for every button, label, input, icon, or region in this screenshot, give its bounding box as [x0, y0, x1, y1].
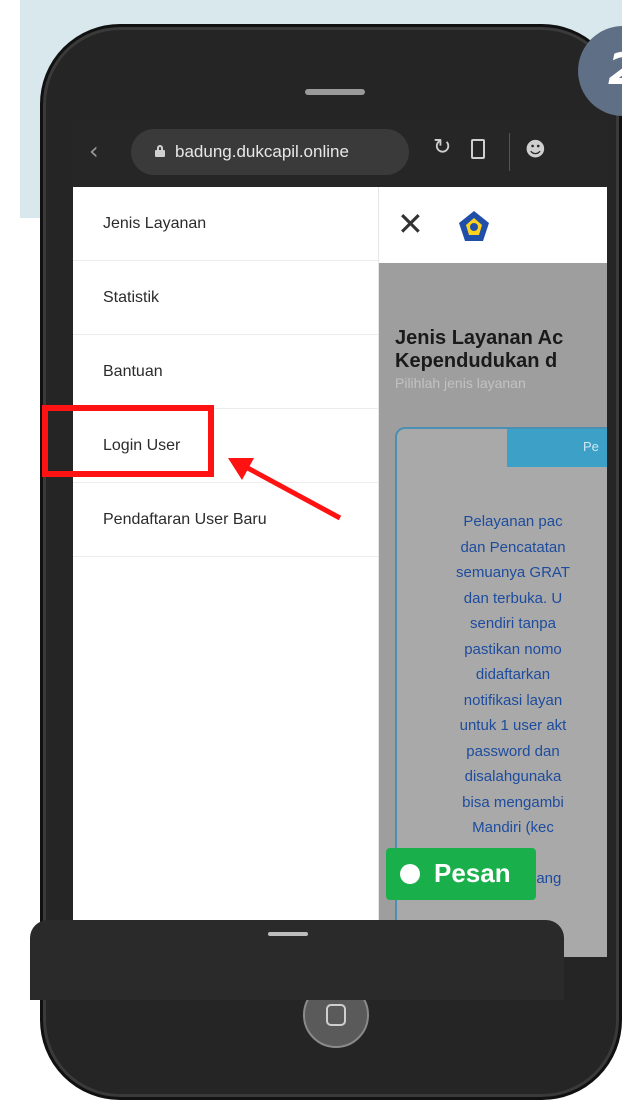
pointer-arrow-icon	[228, 458, 342, 521]
tutorial-screenshot: ‹ badung.dukcapil.online ↻ ☻ Jenis Layan…	[0, 0, 622, 1103]
